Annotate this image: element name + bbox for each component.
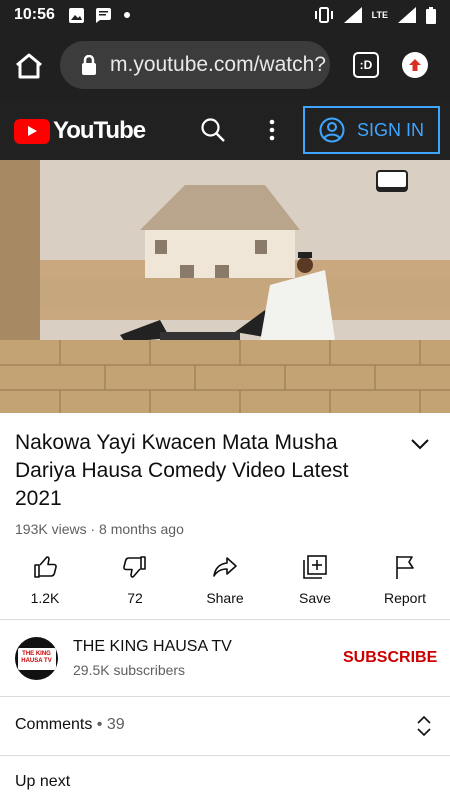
meta-separator: · [86,521,100,537]
youtube-logo[interactable]: YouTube [14,117,146,145]
video-frame [0,160,450,413]
share-button[interactable]: Share [180,548,270,618]
tab-switcher-button[interactable]: :D [353,52,379,78]
sign-in-label: SIGN IN [357,119,425,140]
vibrate-icon [314,7,333,23]
dislike-count: 72 [127,590,143,606]
battery-icon [426,6,436,24]
chevron-down-icon[interactable] [410,437,430,451]
subscriber-count: 29.5K subscribers [73,662,186,678]
dot-icon [123,12,130,18]
thumbs-down-icon [123,556,146,578]
dislike-button[interactable]: 72 [90,548,180,618]
status-time: 10:56 [14,6,55,23]
flag-icon [396,556,414,579]
video-title: Nakowa Yayi Kwacen Mata Musha Dariya Hau… [15,431,349,510]
like-button[interactable]: 1.2K [0,548,90,618]
comments-section[interactable]: Comments • 39 [0,697,450,755]
save-button[interactable]: Save [270,548,360,618]
channel-row[interactable]: THE KING HAUSA TV THE KING HAUSA TV 29.5… [0,620,450,696]
expand-collapse-icon[interactable] [416,715,432,737]
upload-age: 8 months ago [99,521,184,537]
action-bar: 1.2K 72 Share Save Report [0,548,450,618]
address-bar[interactable]: m.youtube.com/watch? [60,41,330,89]
address-text[interactable]: m.youtube.com/watch? [110,53,326,77]
account-icon [319,117,345,143]
up-next-heading: Up next [15,773,71,790]
share-label: Share [206,590,244,606]
network-type: LTE [371,9,388,20]
update-button[interactable] [402,52,428,78]
sign-in-button[interactable]: SIGN IN [303,106,440,154]
video-meta: 193K views · 8 months ago [15,521,435,537]
comments-label: Comments • 39 [15,716,125,734]
subscribe-button[interactable]: SUBSCRIBE [343,649,437,667]
lock-icon [82,55,96,75]
image-icon [68,7,84,23]
signal-icon [398,7,416,23]
search-icon[interactable] [200,117,226,143]
tab-switcher-label: :D [359,58,373,72]
video-details: Nakowa Yayi Kwacen Mata Musha Dariya Hau… [0,413,450,537]
status-bar: 10:56 LTE [0,0,450,30]
report-label: Report [383,590,427,606]
save-label: Save [299,590,331,606]
play-logo-icon [14,118,50,144]
message-icon [95,7,111,23]
save-icon [303,555,327,579]
channel-name[interactable]: THE KING HAUSA TV [73,638,232,656]
avatar-logo-text: THE KING HAUSA TV [17,647,56,670]
youtube-logo-text: YouTube [53,117,146,144]
comments-title: Comments [15,716,93,733]
browser-toolbar: m.youtube.com/watch? :D [0,30,450,100]
video-player[interactable] [0,160,450,413]
share-icon [213,557,237,577]
thumbs-up-icon [34,556,57,578]
comments-count: 39 [106,716,125,733]
youtube-header: YouTube SIGN IN [0,100,450,160]
avatar[interactable]: THE KING HAUSA TV [15,637,58,680]
home-icon[interactable] [14,52,44,80]
view-count: 193K views [15,521,87,537]
like-count: 1.2K [30,590,60,606]
signal-icon [343,7,362,23]
comments-separator: • [92,716,107,733]
arrow-up-icon [409,59,421,71]
report-button[interactable]: Report [360,548,450,618]
divider [0,755,450,756]
more-options-icon[interactable] [262,117,282,143]
